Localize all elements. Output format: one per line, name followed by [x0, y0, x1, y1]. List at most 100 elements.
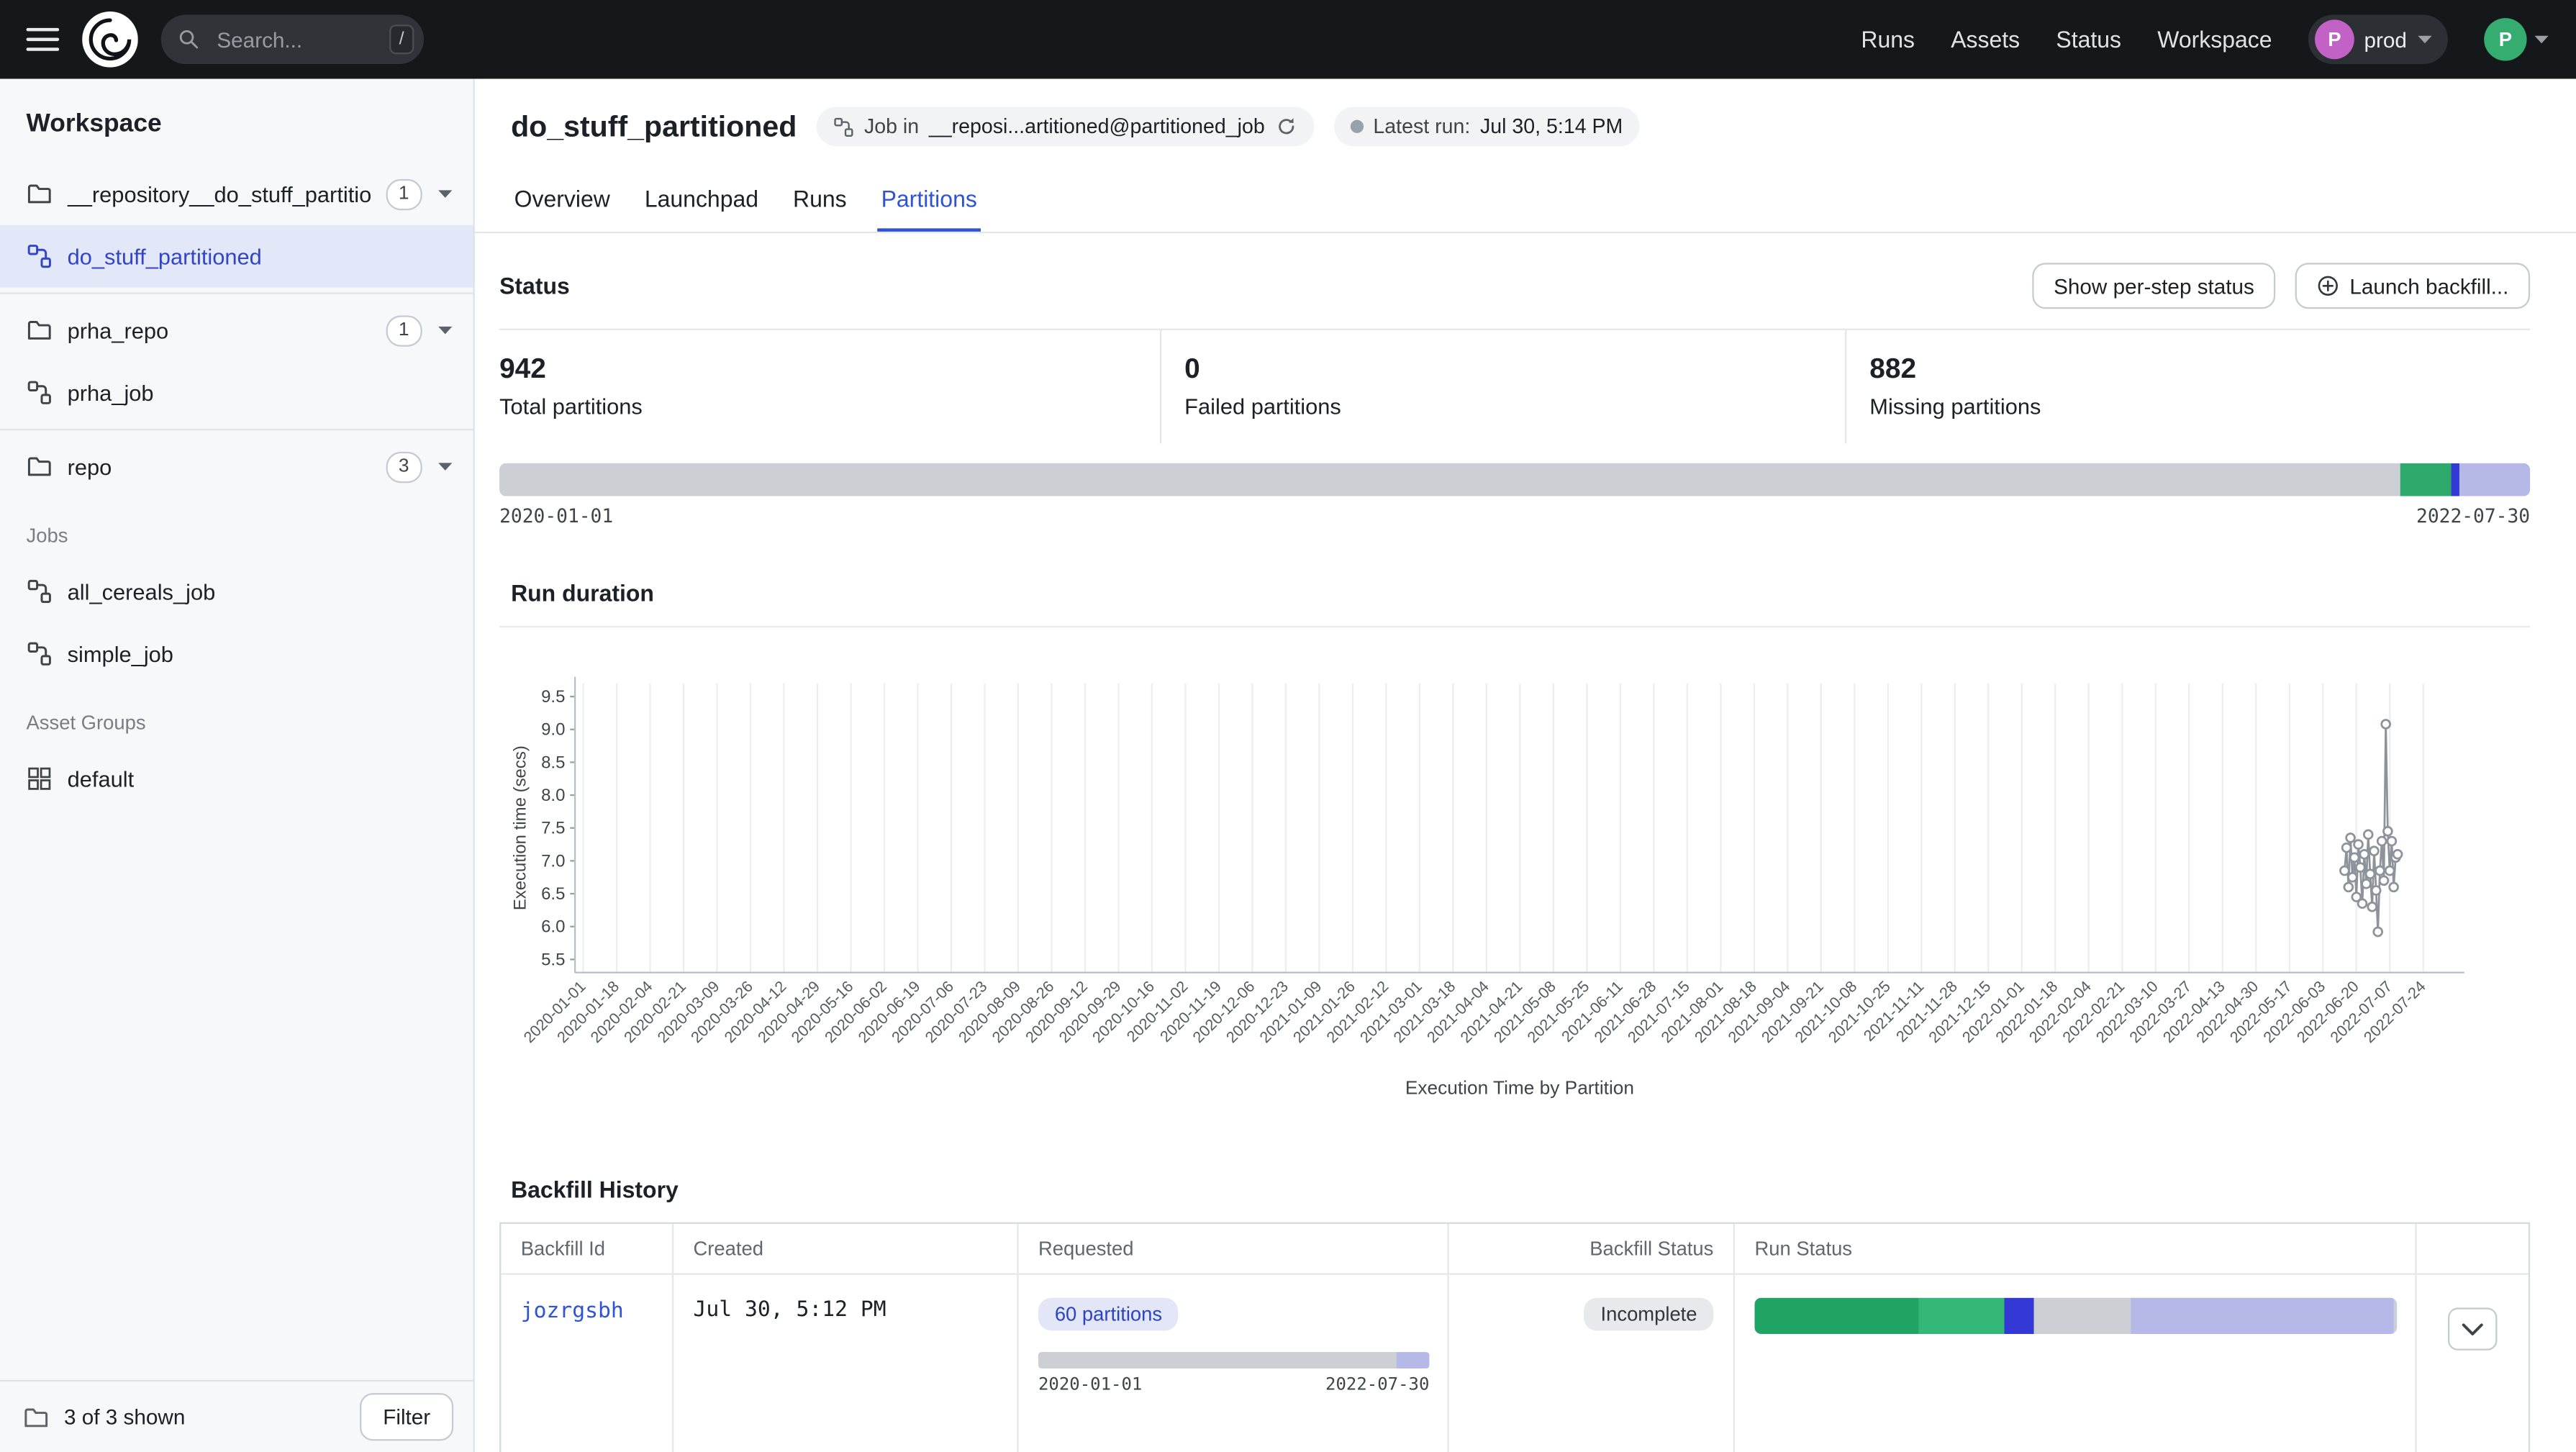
svg-text:8.5: 8.5 [541, 753, 565, 772]
refresh-icon[interactable] [1274, 115, 1297, 138]
tab-runs[interactable]: Runs [789, 168, 850, 232]
jobs-section-label: Jobs [0, 498, 473, 561]
chevron-down-icon[interactable] [437, 462, 453, 472]
search-shortcut-key: / [389, 24, 414, 54]
tab-overview[interactable]: Overview [511, 168, 613, 232]
bar-segment [1038, 1352, 1397, 1369]
sidebar-item-label: __repository__do_stuff_partitio... [68, 181, 371, 206]
svg-text:7.5: 7.5 [541, 819, 565, 838]
sidebar-item-default-asset-group[interactable]: default [0, 748, 473, 810]
hamburger-menu-icon[interactable] [27, 27, 60, 53]
status-heading: Status [499, 273, 570, 299]
folder-icon [27, 317, 53, 344]
latest-run-label: Latest run: [1373, 115, 1470, 138]
partition-end-date: 2022-07-30 [2416, 504, 2530, 527]
run-status-dot [1350, 120, 1363, 133]
sidebar-item-prha-repo[interactable]: prha_repo 1 [0, 299, 473, 362]
sidebar-item-all-cereals-job[interactable]: all_cereals_job [0, 561, 473, 623]
shown-count: 3 of 3 shown [64, 1405, 185, 1429]
sidebar-item-label: do_stuff_partitioned [68, 244, 454, 268]
nav-link-assets[interactable]: Assets [1951, 27, 2020, 53]
expand-row-button[interactable] [2448, 1307, 2497, 1350]
partition-stats: 942 Total partitions 0 Failed partitions… [499, 329, 2530, 444]
nav-link-status[interactable]: Status [2056, 27, 2121, 53]
requested-start-date: 2020-01-01 [1038, 1375, 1142, 1394]
backfill-id-link[interactable]: jozrgsbh [521, 1299, 624, 1324]
svg-text:Execution time (secs): Execution time (secs) [511, 745, 530, 910]
user-menu[interactable]: P [2484, 18, 2549, 60]
svg-text:9.5: 9.5 [541, 687, 565, 707]
partition-count-chip[interactable]: 60 partitions [1038, 1298, 1179, 1331]
folder-icon [27, 453, 53, 480]
deployment-switcher[interactable]: P prod [2308, 15, 2448, 64]
dagster-logo[interactable] [82, 12, 138, 68]
bar-segment [2400, 463, 2452, 496]
run-duration-heading: Run duration [475, 527, 2576, 626]
global-search[interactable]: / [161, 15, 424, 64]
partition-status-bar[interactable] [499, 463, 2530, 496]
launch-backfill-button[interactable]: Launch backfill... [2295, 263, 2530, 309]
stat-failed-partitions: 0 Failed partitions [1160, 330, 1845, 444]
stat-value: 882 [1869, 353, 2530, 386]
chevron-down-icon[interactable] [437, 189, 453, 199]
sidebar-item-repo[interactable]: repo 3 [0, 435, 473, 498]
partition-start-date: 2020-01-01 [499, 504, 613, 527]
filter-button[interactable]: Filter [360, 1393, 453, 1440]
stat-missing-partitions: 882 Missing partitions [1845, 330, 2530, 444]
run-duration-chart: 2020-01-012020-01-182020-02-042020-02-21… [508, 671, 2576, 1117]
divider [499, 626, 2530, 627]
backfill-status-chip: Incomplete [1584, 1298, 1714, 1331]
backfill-status-cell: Incomplete [1449, 1275, 1735, 1452]
svg-text:8.0: 8.0 [541, 786, 565, 805]
col-created: Created [674, 1224, 1018, 1273]
job-tag-path-link[interactable]: __reposi...artitioned@partitioned_job [929, 115, 1265, 138]
bar-segment [1397, 1352, 1430, 1369]
launch-backfill-label: Launch backfill... [2349, 273, 2508, 298]
search-input[interactable] [214, 25, 376, 53]
expand-cell [2417, 1275, 2529, 1452]
svg-text:6.0: 6.0 [541, 917, 565, 937]
bar-segment [1754, 1298, 1918, 1334]
sidebar-footer: 3 of 3 shown Filter [0, 1380, 473, 1452]
sidebar-item-prha-job[interactable]: prha_job [0, 361, 473, 424]
deployment-name: prod [2364, 27, 2406, 52]
chevron-down-icon[interactable] [437, 325, 453, 335]
job-origin-tag: Job in __reposi...artitioned@partitioned… [817, 106, 1314, 146]
sidebar-item-label: all_cereals_job [68, 579, 454, 604]
page-tabs: Overview Launchpad Runs Partitions [475, 168, 2576, 233]
table-row: jozrgsbh Jul 30, 5:12 PM 60 partitions 2… [501, 1275, 2528, 1452]
run-status-bar[interactable] [1754, 1298, 2397, 1334]
job-icon [27, 243, 53, 270]
nav-link-workspace[interactable]: Workspace [2157, 27, 2272, 53]
col-backfill-status: Backfill Status [1449, 1224, 1735, 1273]
nav-link-runs[interactable]: Runs [1861, 27, 1915, 53]
latest-run-tag: Latest run: Jul 30, 5:14 PM [1334, 106, 1640, 146]
workspace-sidebar: Workspace __repository__do_stuff_partiti… [0, 79, 475, 1452]
table-header-row: Backfill Id Created Requested Backfill S… [501, 1224, 2528, 1275]
stat-value: 0 [1184, 353, 1845, 386]
job-icon [27, 640, 53, 667]
tab-partitions[interactable]: Partitions [878, 168, 980, 232]
job-tag-prefix: Job in [864, 115, 919, 138]
tab-launchpad[interactable]: Launchpad [641, 168, 761, 232]
bar-segment [2131, 1298, 2394, 1334]
main-content: do_stuff_partitioned Job in __reposi...a… [475, 79, 2576, 1452]
sidebar-item-label: repo [68, 454, 371, 478]
page-title: do_stuff_partitioned [511, 109, 797, 144]
sidebar-item-repository-do-stuff[interactable]: __repository__do_stuff_partitio... 1 [0, 163, 473, 225]
show-per-step-status-button[interactable]: Show per-step status [2032, 263, 2275, 309]
sidebar-item-label: default [68, 766, 454, 791]
stat-value: 942 [499, 353, 1160, 386]
deployment-avatar: P [2315, 19, 2354, 59]
job-icon [27, 578, 53, 605]
latest-run-time-link[interactable]: Jul 30, 5:14 PM [1480, 115, 1623, 138]
svg-text:9.0: 9.0 [541, 720, 565, 740]
col-expand [2417, 1224, 2529, 1273]
sidebar-item-simple-job[interactable]: simple_job [0, 622, 473, 685]
sidebar-item-do-stuff-partitioned[interactable]: do_stuff_partitioned [0, 225, 473, 288]
page-header: do_stuff_partitioned Job in __reposi...a… [475, 79, 2576, 153]
svg-text:Execution Time by Partition: Execution Time by Partition [1405, 1077, 1634, 1099]
asset-group-icon [27, 766, 53, 792]
user-avatar: P [2484, 18, 2526, 60]
search-icon [178, 28, 201, 51]
